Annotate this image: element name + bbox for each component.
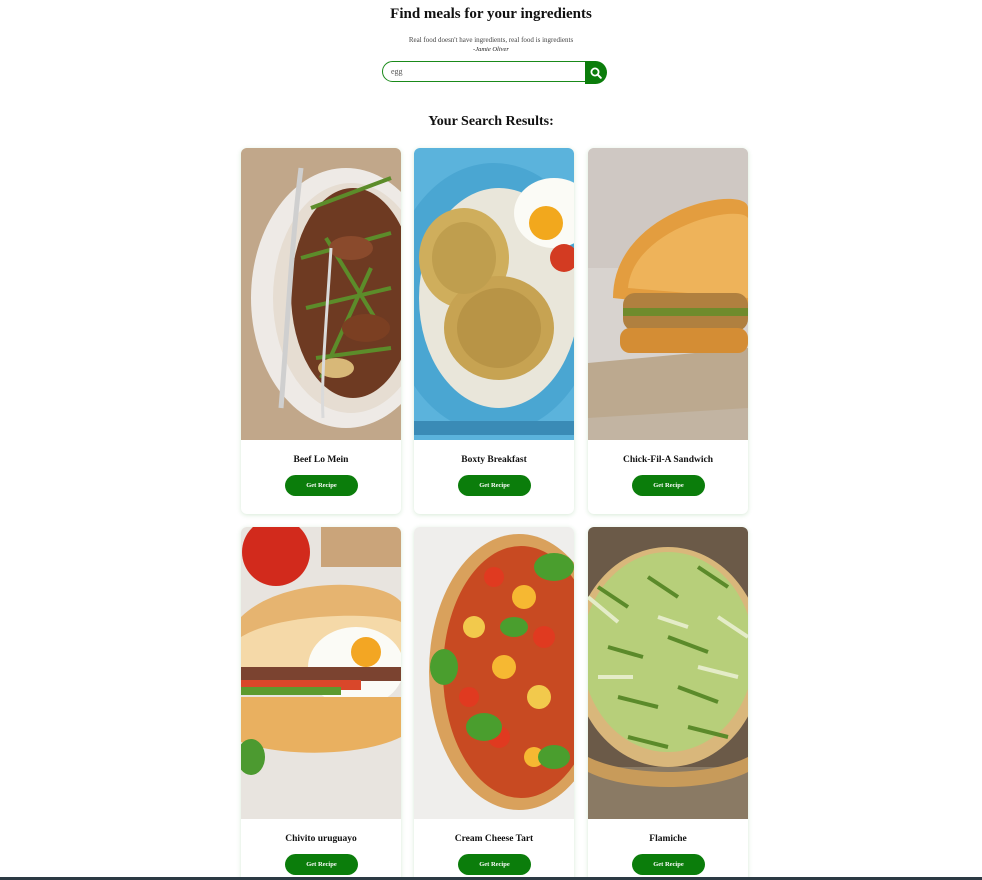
search-bar [382, 61, 607, 84]
meal-image [588, 527, 748, 819]
page-header: Find meals for your ingredients Real foo… [0, 0, 982, 54]
meal-name: Chivito uruguayo [285, 834, 357, 844]
meal-card: Cream Cheese Tart Get Recipe [414, 527, 574, 880]
meal-image [414, 148, 574, 440]
search-input[interactable] [382, 61, 586, 82]
get-recipe-button[interactable]: Get Recipe [458, 475, 531, 496]
search-button[interactable] [585, 61, 607, 84]
meal-card: Boxty Breakfast Get Recipe [414, 148, 574, 514]
quote-text: Real food doesn't have ingredients, real… [408, 36, 574, 44]
search-icon [590, 67, 602, 79]
meal-name: Flamiche [649, 834, 687, 844]
get-recipe-button[interactable]: Get Recipe [632, 854, 705, 875]
meal-card: Beef Lo Mein Get Recipe [241, 148, 401, 514]
meal-name: Boxty Breakfast [461, 455, 527, 465]
get-recipe-button[interactable]: Get Recipe [632, 475, 705, 496]
meal-card: Flamiche Get Recipe [588, 527, 748, 880]
meal-image [414, 527, 574, 819]
meal-card: Chivito uruguayo Get Recipe [241, 527, 401, 880]
meal-name: Beef Lo Mein [293, 455, 349, 465]
meal-name: Chick-Fil-A Sandwich [622, 455, 713, 465]
get-recipe-button[interactable]: Get Recipe [285, 475, 358, 496]
meal-image [588, 148, 748, 440]
get-recipe-button[interactable]: Get Recipe [285, 854, 358, 875]
meal-card: Chick-Fil-A Sandwich Get Recipe [588, 148, 748, 514]
page: Find meals for your ingredients Real foo… [0, 0, 982, 880]
meal-image [241, 527, 401, 819]
meal-name: Cream Cheese Tart [454, 834, 534, 844]
get-recipe-button[interactable]: Get Recipe [458, 854, 531, 875]
meal-image [241, 148, 401, 440]
results-title: Your Search Results: [428, 114, 554, 129]
quote-author: -Jamie Oliver [473, 46, 509, 53]
page-title: Find meals for your ingredients [390, 6, 592, 22]
